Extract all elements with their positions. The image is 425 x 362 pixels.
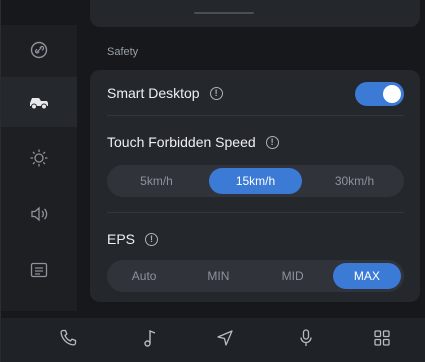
eps-label: EPS	[107, 231, 136, 247]
brightness-icon	[29, 148, 49, 168]
smart-desktop-row: Smart Desktop !	[107, 85, 223, 101]
nav-voice[interactable]	[286, 318, 326, 362]
divider	[107, 212, 404, 213]
sidebar-item-display[interactable]	[1, 245, 77, 295]
sidebar-item-brightness[interactable]	[1, 133, 77, 183]
info-icon[interactable]: !	[265, 135, 279, 149]
vehicle-icon	[28, 94, 50, 110]
navigation-icon	[215, 328, 235, 353]
sidebar-item-link[interactable]	[1, 25, 77, 75]
apps-icon	[373, 329, 391, 352]
speed-option-30[interactable]: 30km/h	[308, 168, 401, 194]
eps-option-max[interactable]: MAX	[332, 263, 401, 289]
display-icon	[30, 262, 48, 278]
sidebar	[1, 25, 77, 311]
divider	[107, 115, 404, 116]
microphone-icon	[298, 328, 314, 353]
toggle-knob	[383, 85, 401, 103]
touch-forbidden-speed-label: Touch Forbidden Speed	[107, 134, 256, 150]
nav-music[interactable]	[130, 318, 170, 362]
smart-desktop-label: Smart Desktop	[107, 85, 200, 101]
eps-option-mid[interactable]: MID	[259, 263, 327, 289]
music-icon	[142, 328, 158, 353]
drag-handle[interactable]	[194, 12, 254, 14]
touch-forbidden-speed-row: Touch Forbidden Speed !	[107, 134, 279, 150]
link-icon	[30, 41, 48, 59]
nav-navigation[interactable]	[205, 318, 245, 362]
eps-option-auto[interactable]: Auto	[110, 263, 178, 289]
eps-option-min[interactable]: MIN	[184, 263, 252, 289]
speed-segmented-control: 5km/h 15km/h 30km/h	[107, 165, 404, 197]
section-title: Safety	[107, 46, 139, 58]
speed-option-15[interactable]: 15km/h	[209, 168, 302, 194]
speed-option-5[interactable]: 5km/h	[110, 168, 203, 194]
nav-apps[interactable]	[362, 318, 402, 362]
sidebar-item-vehicle[interactable]	[1, 77, 77, 127]
settings-screen: Safety Smart Desktop ! Touch Forbidden S…	[0, 0, 425, 362]
smart-desktop-toggle[interactable]	[355, 82, 404, 106]
nav-phone[interactable]	[48, 318, 88, 362]
eps-row: EPS !	[107, 231, 159, 247]
volume-icon	[29, 205, 49, 223]
info-icon[interactable]: !	[209, 86, 223, 100]
info-icon[interactable]: !	[145, 232, 159, 246]
phone-icon	[58, 328, 78, 353]
sidebar-item-volume[interactable]	[1, 189, 77, 239]
eps-segmented-control: Auto MIN MID MAX	[107, 260, 404, 292]
previous-card	[90, 0, 420, 27]
